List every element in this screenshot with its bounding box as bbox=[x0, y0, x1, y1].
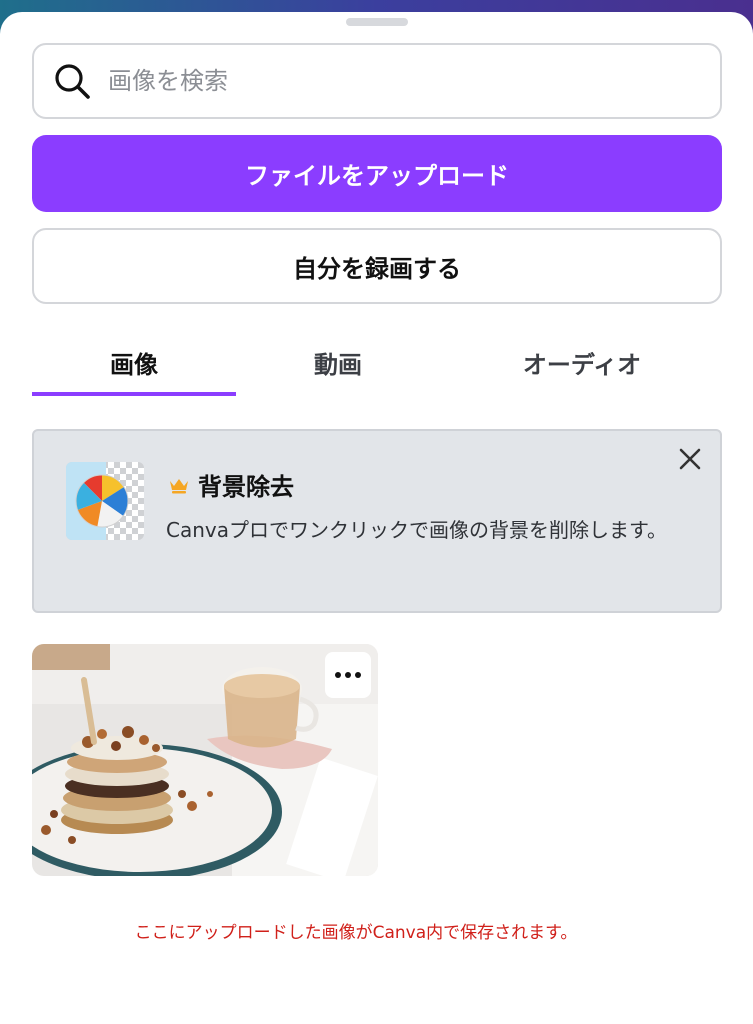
tab-videos[interactable]: 動画 bbox=[236, 330, 440, 394]
record-yourself-button[interactable]: 自分を録画する bbox=[32, 228, 722, 304]
upload-note: ここにアップロードした画像がCanva内で保存されます。 bbox=[134, 923, 578, 943]
search-bar[interactable] bbox=[32, 43, 722, 119]
tab-audio[interactable]: オーディオ bbox=[472, 330, 692, 394]
background-remover-promo[interactable]: 背景除去 Canvaプロでワンクリックで画像の背景を削除します。 bbox=[32, 429, 722, 613]
more-dot bbox=[355, 672, 361, 678]
close-promo-button[interactable] bbox=[676, 445, 704, 473]
upload-panel: ファイルをアップロード 自分を録画する 画像 動画 オーディオ bbox=[0, 12, 753, 1024]
media-tabs: 画像 動画 オーディオ bbox=[32, 330, 722, 398]
upload-file-button[interactable]: ファイルをアップロード bbox=[32, 135, 722, 212]
beach-ball-icon bbox=[66, 462, 144, 540]
more-dot bbox=[335, 672, 341, 678]
uploaded-image-card[interactable] bbox=[32, 644, 378, 876]
crown-icon bbox=[170, 478, 188, 493]
beach-ball-thumbnail bbox=[66, 462, 144, 540]
promo-title: 背景除去 bbox=[198, 473, 294, 501]
search-input[interactable] bbox=[108, 67, 720, 95]
active-tab-indicator bbox=[32, 392, 236, 396]
more-options-button[interactable] bbox=[325, 652, 371, 698]
tab-images[interactable]: 画像 bbox=[32, 330, 236, 394]
drag-handle[interactable] bbox=[346, 18, 408, 26]
search-icon bbox=[55, 64, 90, 99]
promo-description: Canvaプロでワンクリックで画像の背景を削除します。 bbox=[166, 518, 667, 542]
close-icon bbox=[679, 448, 701, 470]
more-dot bbox=[345, 672, 351, 678]
